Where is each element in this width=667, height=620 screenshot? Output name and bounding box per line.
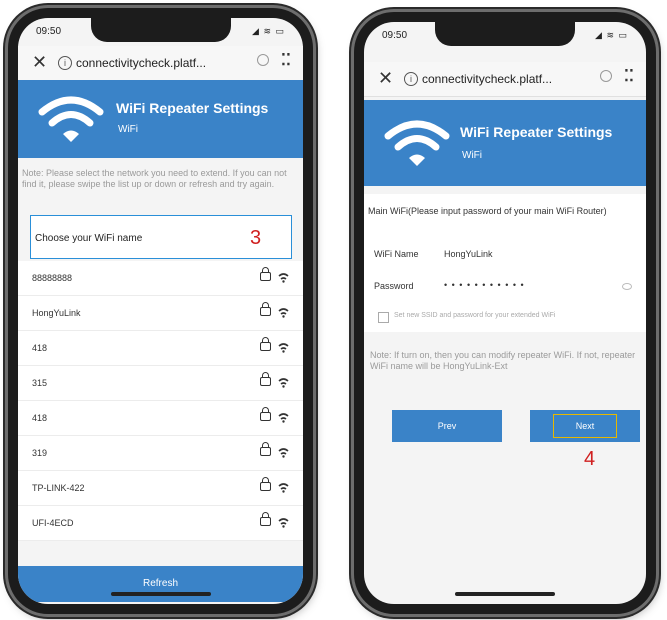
step-callout-4: 4	[584, 448, 596, 470]
refresh-button[interactable]: Refresh	[18, 566, 303, 602]
wifi-name-value[interactable]: HongYuLink	[444, 249, 493, 259]
choose-wifi-label: Choose your WiFi name	[35, 233, 143, 244]
network-name: UFI-4ECD	[32, 518, 74, 528]
notch	[435, 22, 575, 46]
network-row[interactable]: 418	[18, 331, 303, 366]
network-name: 88888888	[32, 273, 73, 283]
wifi-signal-icon	[278, 308, 289, 318]
phone-right-screen: 09:50 ◢ ≋ ▭ ✕ i connectivitycheck.platf.…	[364, 22, 646, 604]
wifi-name-label: WiFi Name	[374, 249, 419, 259]
network-name: HongYuLink	[32, 308, 81, 318]
banner-title: WiFi Repeater Settings	[116, 100, 269, 116]
eye-icon[interactable]	[622, 283, 632, 290]
info-icon[interactable]: i	[404, 72, 418, 86]
network-row[interactable]: 418	[18, 401, 303, 436]
settings-banner: WiFi Repeater Settings WiFi	[364, 100, 646, 186]
lock-icon	[260, 407, 271, 421]
prev-button[interactable]: Prev	[392, 410, 502, 442]
more-icon[interactable]: ⁚⁚	[281, 50, 291, 70]
phone-right: 09:50 ◢ ≋ ▭ ✕ i connectivitycheck.platf.…	[354, 12, 656, 614]
home-indicator[interactable]	[455, 592, 555, 596]
status-time: 09:50	[36, 26, 62, 37]
wifi-signal-icon	[278, 483, 289, 493]
network-name: 319	[32, 448, 48, 458]
phone-left-screen: 09:50 ◢ ≋ ▭ ✕ i connectivitycheck.platf.…	[18, 18, 303, 604]
status-icons: ◢ ≋ ▭	[252, 26, 285, 36]
password-field[interactable]: • • • • • • • • • • •	[444, 280, 525, 290]
banner-subtitle: WiFi	[118, 124, 138, 135]
lock-icon	[260, 442, 271, 456]
close-icon[interactable]: ✕	[32, 52, 47, 73]
home-indicator[interactable]	[110, 592, 211, 596]
browser-url-bar: ✕ i connectivitycheck.platf... ⁚⁚	[364, 62, 646, 97]
wifi-signal-icon	[278, 343, 289, 353]
checkbox-label: Set new SSID and password for your exten…	[394, 312, 556, 319]
network-row[interactable]: TP-LINK-422	[18, 471, 303, 506]
wifi-signal-icon	[278, 378, 289, 388]
lock-icon	[260, 512, 271, 526]
network-name: TP-LINK-422	[32, 483, 85, 493]
main-wifi-heading: Main WiFi(Please input password of your …	[368, 206, 607, 216]
browser-url-bar: ✕ i connectivitycheck.platf... ⁚⁚	[18, 46, 303, 81]
lock-icon	[260, 267, 271, 281]
wifi-signal-icon	[278, 448, 289, 458]
lock-icon	[260, 337, 271, 351]
wifi-icon	[384, 120, 450, 166]
info-icon[interactable]: i	[58, 56, 72, 70]
network-row[interactable]: 88888888	[18, 261, 303, 296]
lock-icon	[260, 302, 271, 316]
url-text[interactable]: connectivitycheck.platf...	[422, 72, 552, 86]
network-row[interactable]: 319	[18, 436, 303, 471]
password-label: Password	[374, 281, 414, 291]
network-name: 418	[32, 343, 48, 353]
network-row[interactable]: 315	[18, 366, 303, 401]
next-highlight-box	[553, 414, 617, 438]
banner-title: WiFi Repeater Settings	[460, 124, 613, 140]
wifi-signal-icon	[278, 413, 289, 423]
network-list: 88888888 HongYuLink 418 315 418 319 TP-L…	[18, 261, 303, 541]
wifi-settings-card: Main WiFi(Please input password of your …	[364, 194, 646, 332]
repeater-note: Note: If turn on, then you can modify re…	[370, 350, 636, 371]
banner-subtitle: WiFi	[462, 150, 482, 161]
network-row[interactable]: HongYuLink	[18, 296, 303, 331]
extended-ssid-checkbox[interactable]	[378, 312, 389, 323]
status-icons: ◢ ≋ ▭	[595, 30, 628, 40]
lock-icon	[260, 372, 271, 386]
close-icon[interactable]: ✕	[378, 68, 393, 89]
settings-banner: WiFi Repeater Settings WiFi	[18, 80, 303, 158]
url-text[interactable]: connectivitycheck.platf...	[76, 56, 206, 70]
step-callout-3: 3	[250, 227, 262, 249]
instruction-note: Note: Please select the network you need…	[22, 168, 287, 189]
wifi-signal-icon	[278, 518, 289, 528]
network-name: 315	[32, 378, 48, 388]
lock-icon	[260, 477, 271, 491]
search-icon[interactable]	[257, 54, 269, 66]
network-row[interactable]: UFI-4ECD	[18, 506, 303, 541]
status-time: 09:50	[382, 30, 408, 41]
phone-left: 09:50 ◢ ≋ ▭ ✕ i connectivitycheck.platf.…	[8, 8, 313, 614]
network-name: 418	[32, 413, 48, 423]
more-icon[interactable]: ⁚⁚	[624, 66, 634, 86]
wifi-signal-icon	[278, 273, 289, 283]
search-icon[interactable]	[600, 70, 612, 82]
notch	[90, 18, 231, 42]
wifi-icon	[38, 96, 104, 142]
